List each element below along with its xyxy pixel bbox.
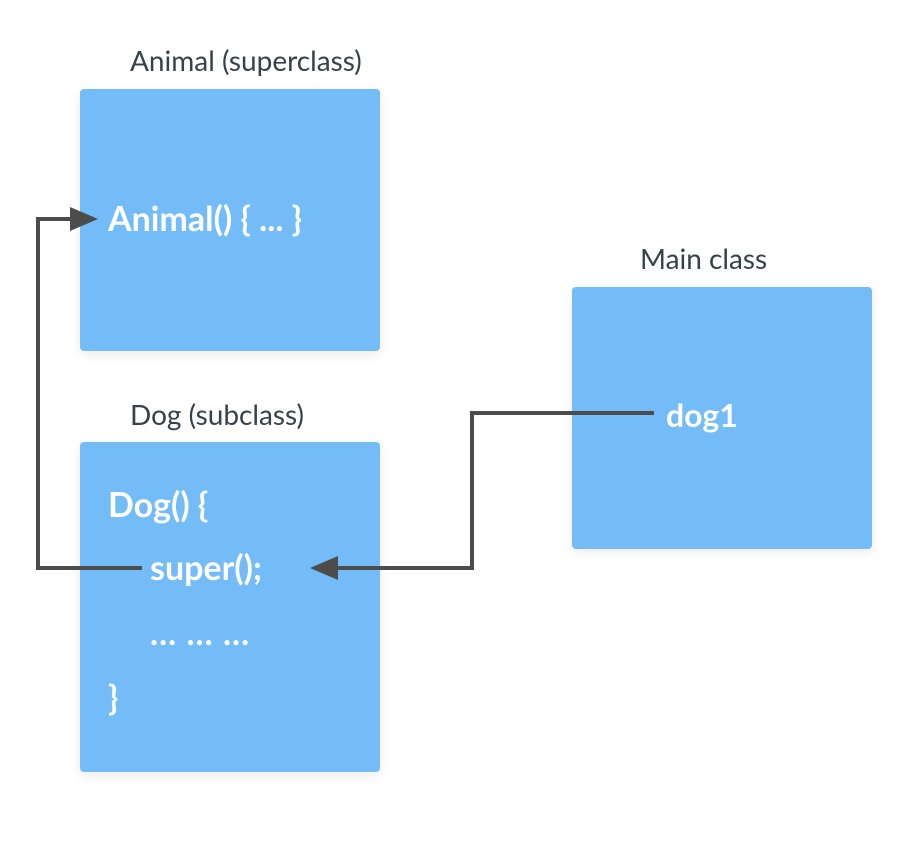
main-object-name-text: dog1	[666, 395, 738, 434]
main-class-label: Main class	[640, 241, 767, 275]
dog-super-call-text: super();	[150, 547, 262, 588]
dog-constructor-close-text: }	[108, 677, 118, 718]
dog-constructor-open-text: Dog() {	[108, 484, 208, 525]
animal-constructor-text: Animal() { ... }	[108, 198, 302, 239]
dog-body-placeholder-text: ... ... ...	[150, 612, 250, 653]
diagram-stage: Animal (superclass) Animal() { ... } Dog…	[0, 0, 904, 848]
dog-class-label: Dog (subclass)	[130, 397, 304, 431]
animal-class-label: Animal (superclass)	[130, 43, 362, 77]
